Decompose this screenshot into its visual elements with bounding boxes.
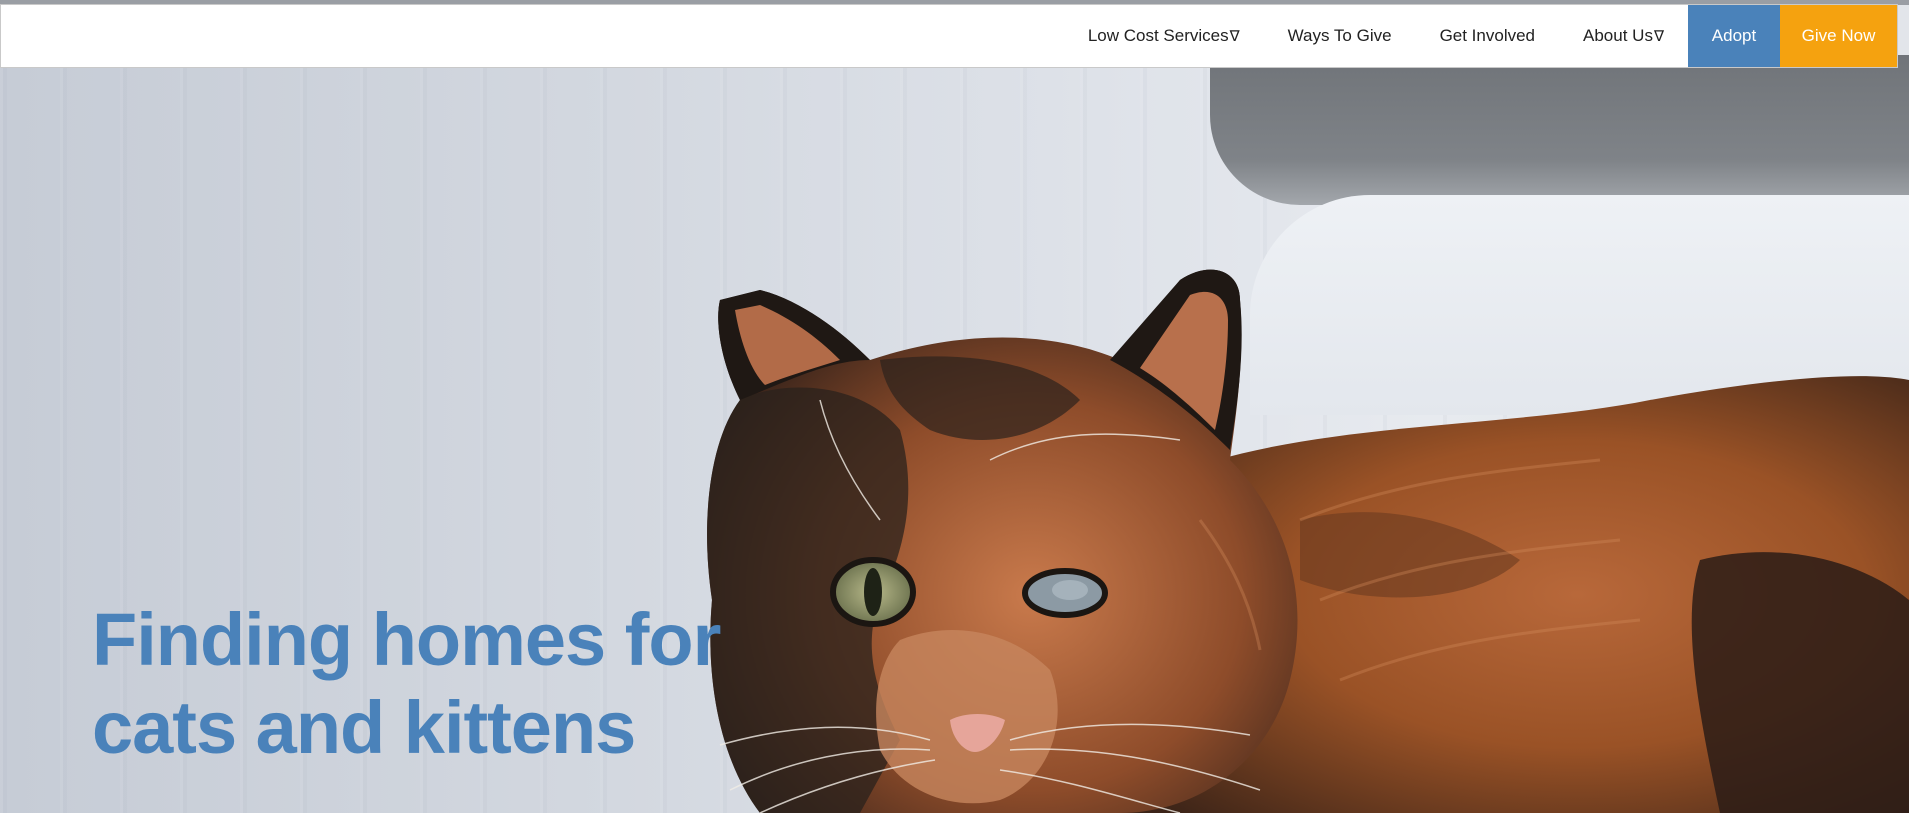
dropdown-arrow-icon: ∇ xyxy=(1229,28,1240,45)
give-now-button[interactable]: Give Now xyxy=(1780,5,1897,67)
nav-ways-to-give[interactable]: Ways To Give xyxy=(1264,5,1416,67)
page: Low Cost Services ∇ Ways To Give Get Invo… xyxy=(0,0,1909,813)
top-navigation: Low Cost Services ∇ Ways To Give Get Invo… xyxy=(0,4,1898,68)
nav-item-label: Get Involved xyxy=(1439,26,1536,45)
nav-about-us[interactable]: About Us ∇ xyxy=(1559,5,1688,67)
nav-item-label: Low Cost Services xyxy=(1087,26,1229,45)
hero-heading-line2: cats and kittens xyxy=(92,686,636,769)
hero-heading: Finding homes for cats and kittens xyxy=(92,596,732,772)
adopt-button[interactable]: Adopt xyxy=(1688,5,1780,67)
hero-heading-line1: Finding homes for xyxy=(92,598,721,681)
nav-get-involved[interactable]: Get Involved xyxy=(1416,5,1559,67)
nav-item-label: About Us xyxy=(1583,26,1653,45)
nav-low-cost-services[interactable]: Low Cost Services ∇ xyxy=(1064,5,1264,67)
nav-item-label: Ways To Give xyxy=(1287,26,1392,45)
dropdown-arrow-icon: ∇ xyxy=(1653,28,1664,45)
